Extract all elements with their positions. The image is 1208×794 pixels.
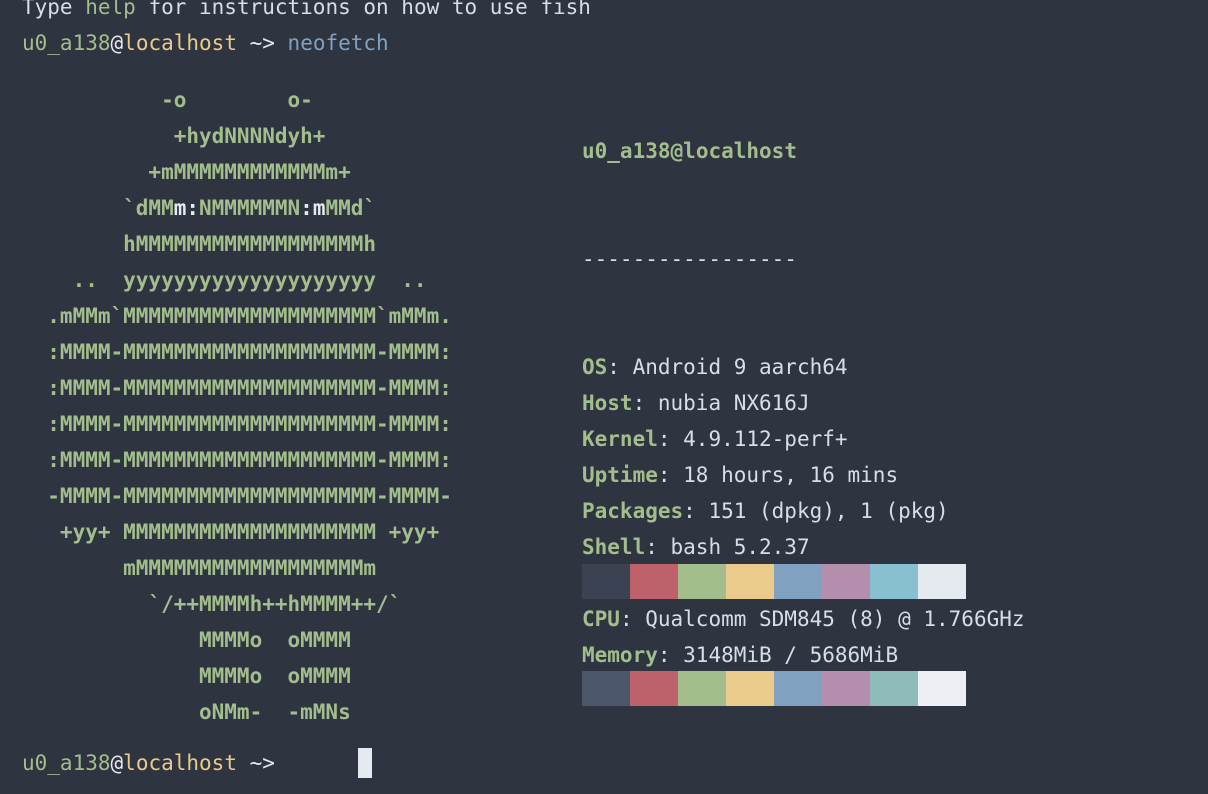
palette-swatch-bright-2 — [678, 671, 726, 706]
palette-row-normal — [582, 564, 966, 599]
info-separator-colon: : — [658, 427, 683, 451]
palette-row-bright — [582, 671, 966, 706]
palette-swatch-normal-7 — [918, 564, 966, 599]
info-value: 4.9.112-perf+ — [683, 427, 847, 451]
prompt-host: localhost — [123, 31, 237, 55]
palette-swatch-normal-1 — [630, 564, 678, 599]
info-value: Android 9 aarch64 — [633, 355, 848, 379]
info-title-at: @ — [671, 139, 684, 163]
android-ascii-logo: -o o- +hydNNNNdyh+ +mMMMMMMMMMMMMm+ `dMM… — [22, 82, 452, 730]
info-separator-colon: : — [633, 391, 658, 415]
info-value: 18 hours, 16 mins — [683, 463, 898, 487]
palette-swatch-bright-4 — [774, 671, 822, 706]
info-row-os: OS: Android 9 aarch64 — [582, 349, 1025, 385]
palette-swatch-normal-3 — [726, 564, 774, 599]
palette-swatch-bright-1 — [630, 671, 678, 706]
info-separator-row: ----------------- — [582, 241, 1025, 277]
info-row-kernel: Kernel: 4.9.112-perf+ — [582, 421, 1025, 457]
prompt-line-executed: u0_a138@localhost ~> neofetch — [22, 25, 389, 61]
active-prompt-host: localhost — [123, 751, 237, 775]
neofetch-output: -o o- +hydNNNNdyh+ +mMMMMMMMMMMMMm+ `dMM… — [0, 61, 1208, 385]
palette-swatch-bright-6 — [870, 671, 918, 706]
active-prompt-at-symbol: @ — [111, 751, 124, 775]
info-key: Host — [582, 391, 633, 415]
palette-swatch-normal-6 — [870, 564, 918, 599]
palette-swatch-normal-4 — [774, 564, 822, 599]
palette-swatch-bright-0 — [582, 671, 630, 706]
executed-command: neofetch — [288, 31, 389, 55]
info-separator-colon: : — [607, 355, 632, 379]
prompt-arrow: ~> — [237, 31, 288, 55]
info-value: nubia NX616J — [658, 391, 810, 415]
fish-greeting-help-command[interactable]: help — [85, 0, 136, 19]
color-palette-swatches — [582, 492, 966, 778]
fish-greeting-suffix: for instructions on how to use fish — [136, 0, 591, 19]
info-key: Kernel — [582, 427, 658, 451]
palette-swatch-bright-3 — [726, 671, 774, 706]
terminal-window[interactable]: Type help for instructions on how to use… — [0, 0, 1208, 794]
active-prompt-user: u0_a138 — [22, 751, 111, 775]
info-separator: ----------------- — [582, 247, 797, 271]
text-cursor — [358, 748, 372, 778]
info-row-host: Host: nubia NX616J — [582, 385, 1025, 421]
palette-swatch-normal-0 — [582, 564, 630, 599]
info-row-uptime: Uptime: 18 hours, 16 mins — [582, 457, 1025, 493]
info-title-row: u0_a138@localhost — [582, 133, 1025, 169]
info-separator-colon: : — [658, 463, 683, 487]
fish-greeting-line: Type help for instructions on how to use… — [22, 0, 591, 25]
info-title-host: localhost — [683, 139, 797, 163]
palette-swatch-bright-5 — [822, 671, 870, 706]
palette-swatch-bright-7 — [918, 671, 966, 706]
fish-greeting-prefix: Type — [22, 0, 85, 19]
palette-swatch-normal-5 — [822, 564, 870, 599]
prompt-at-symbol: @ — [111, 31, 124, 55]
info-title-user: u0_a138 — [582, 139, 671, 163]
prompt-line-active[interactable]: u0_a138@localhost ~> — [22, 745, 288, 781]
prompt-user: u0_a138 — [22, 31, 111, 55]
info-key: OS — [582, 355, 607, 379]
palette-swatch-normal-2 — [678, 564, 726, 599]
active-prompt-arrow: ~> — [237, 751, 288, 775]
info-key: Uptime — [582, 463, 658, 487]
